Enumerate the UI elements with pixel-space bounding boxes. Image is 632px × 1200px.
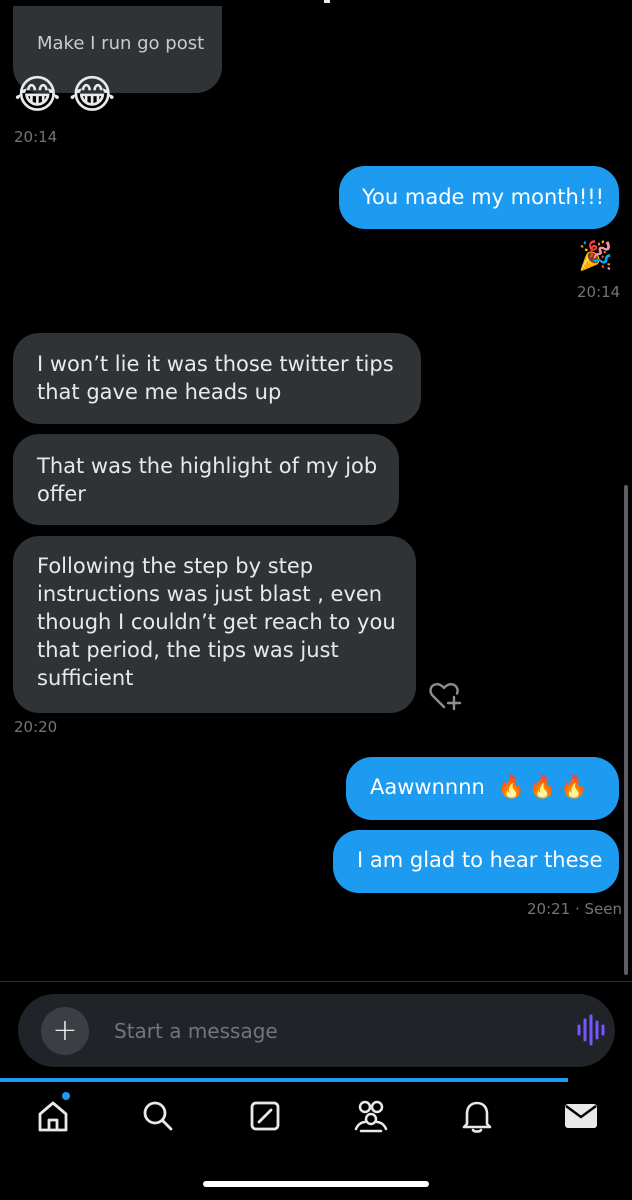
message-bubble-outgoing[interactable]: I am glad to hear these xyxy=(333,830,619,893)
message-composer: + xyxy=(18,994,615,1067)
message-line: Following the step by step xyxy=(37,554,314,578)
message-text: Make I run go post xyxy=(37,33,205,54)
fire-emoji: 🔥🔥🔥 xyxy=(497,775,592,800)
message-line: that gave me heads up xyxy=(37,380,282,404)
grok-icon xyxy=(250,1101,280,1131)
message-line: I won’t lie it was those twitter tips xyxy=(37,352,394,376)
message-input[interactable] xyxy=(114,1012,534,1050)
scrollbar[interactable] xyxy=(624,485,628,975)
bell-icon xyxy=(462,1101,492,1133)
voice-waveform-icon xyxy=(577,1014,605,1046)
message-emoji-incoming[interactable]: 😂😂 xyxy=(14,72,123,118)
message-line: that period, the tips was just xyxy=(37,638,339,662)
nav-notifications[interactable] xyxy=(457,1096,497,1136)
plus-icon: + xyxy=(52,1013,78,1048)
message-line: sufficient xyxy=(37,666,134,690)
message-text: I am glad to hear these xyxy=(357,848,603,872)
home-icon xyxy=(38,1101,68,1132)
message-line: instructions was just blast , even xyxy=(37,582,383,606)
tab-indicator-line xyxy=(0,1078,568,1082)
notification-dot xyxy=(62,1092,70,1100)
nav-messages[interactable] xyxy=(561,1096,601,1136)
bottom-navigation xyxy=(0,1096,632,1136)
mail-icon xyxy=(565,1104,597,1128)
nav-communities[interactable] xyxy=(351,1096,391,1136)
add-media-button[interactable]: + xyxy=(41,1007,89,1055)
message-text: You made my month!!! xyxy=(362,185,605,209)
message-text: Aawwnnnn xyxy=(370,775,485,799)
header-remnant xyxy=(324,0,330,3)
voice-message-button[interactable] xyxy=(576,1014,606,1050)
nav-home[interactable] xyxy=(33,1096,73,1136)
home-indicator[interactable] xyxy=(203,1181,429,1187)
nav-search[interactable] xyxy=(138,1096,178,1136)
message-bubble-outgoing[interactable]: Aawwnnnn 🔥🔥🔥 xyxy=(346,757,619,820)
message-timestamp: 20:14 xyxy=(14,128,58,146)
message-line: though I couldn’t get reach to you xyxy=(37,610,396,634)
message-bubble-outgoing[interactable]: You made my month!!! xyxy=(339,166,619,229)
party-popper-reaction[interactable]: 🎉 xyxy=(578,240,613,272)
message-bubble-incoming[interactable]: I won’t lie it was those twitter tips th… xyxy=(13,333,421,424)
communities-icon xyxy=(354,1100,388,1133)
add-reaction-icon[interactable] xyxy=(429,680,463,712)
message-timestamp: 20:14 xyxy=(577,283,621,301)
composer-divider xyxy=(0,981,632,982)
search-icon xyxy=(143,1101,173,1131)
message-line: That was the highlight of my job xyxy=(37,454,378,478)
message-timestamp-seen: 20:21 · Seen xyxy=(527,900,623,918)
message-timestamp: 20:20 xyxy=(14,718,58,736)
message-bubble-incoming[interactable]: Following the step by step instructions … xyxy=(13,536,416,713)
nav-grok[interactable] xyxy=(245,1096,285,1136)
message-line: offer xyxy=(37,482,86,506)
message-bubble-incoming[interactable]: That was the highlight of my job offer xyxy=(13,434,399,525)
